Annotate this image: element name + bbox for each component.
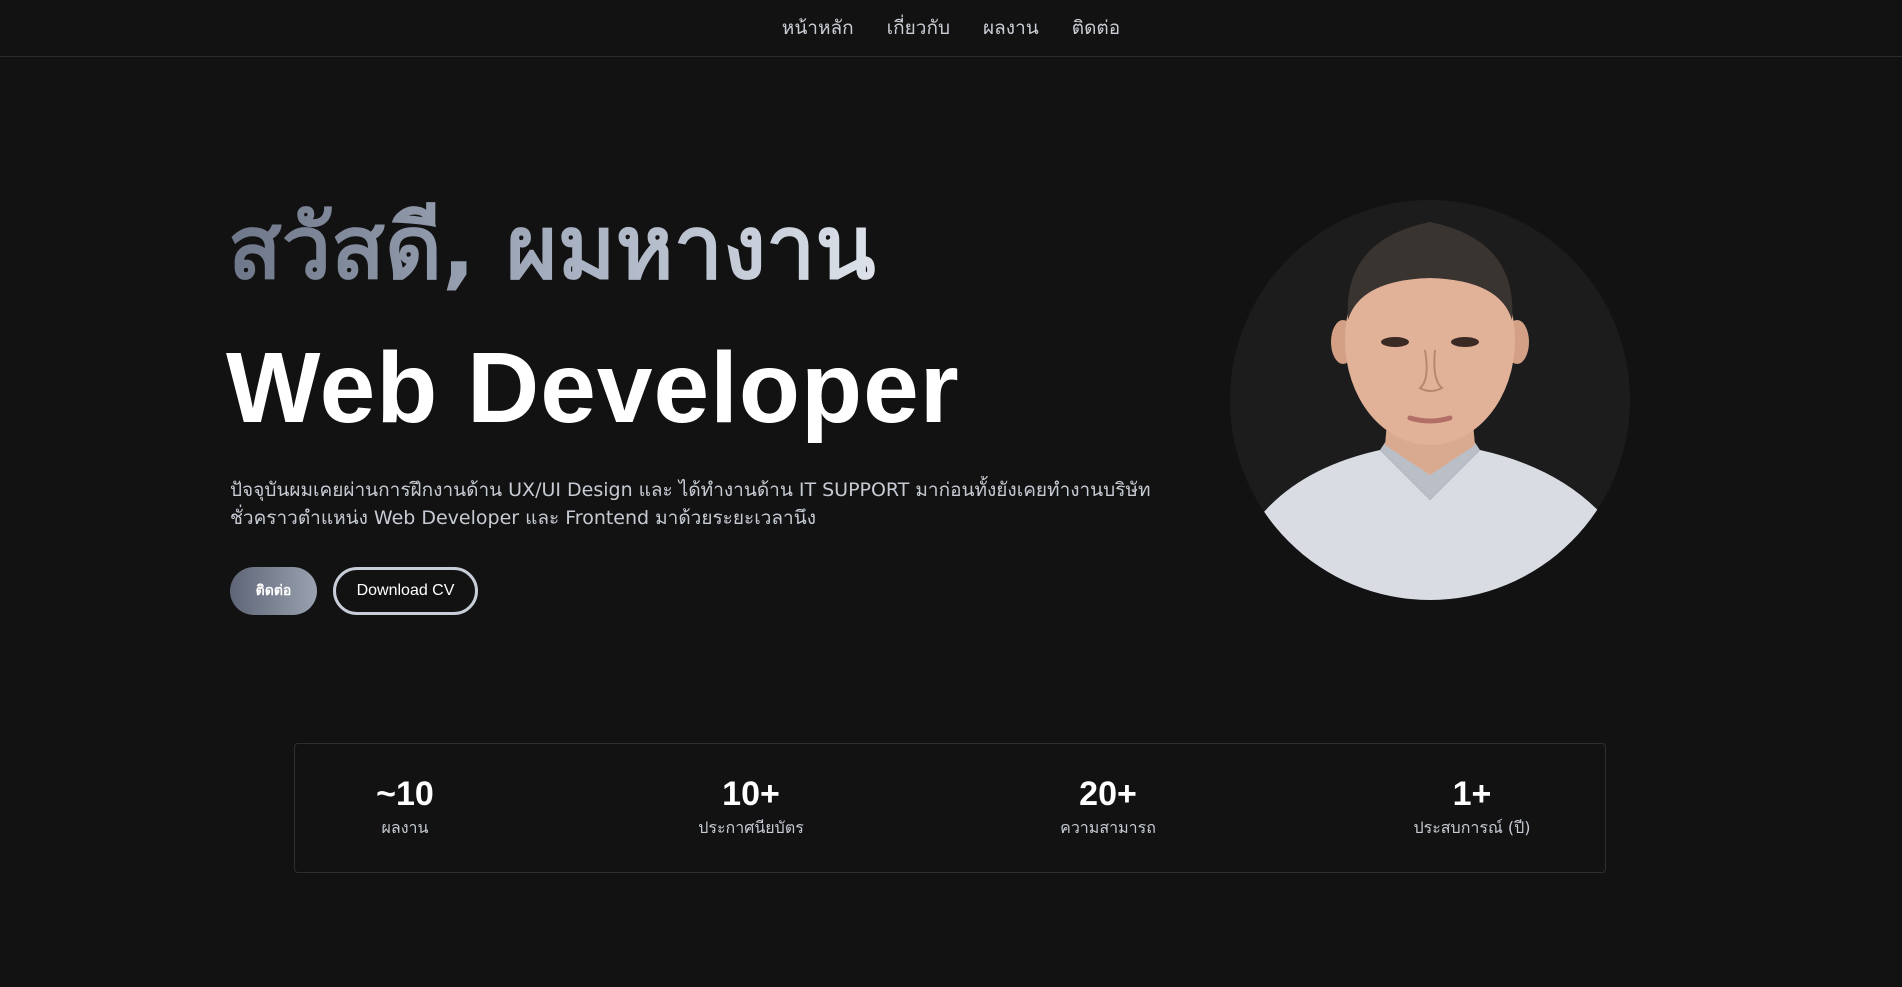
stats-panel: ~10 ผลงาน 10+ ประกาศนียบัตร 20+ ความสามา… — [294, 743, 1606, 873]
profile-photo-illustration — [1230, 200, 1630, 600]
hero-role-title: Web Developer — [226, 332, 960, 444]
stat-value: 10+ — [722, 775, 780, 813]
hero-greeting: สวัสดี, ผมหางาน — [228, 196, 876, 299]
hero-description: ปัจจุบันผมเคยผ่านการฝึกงานด้าน UX/UI Des… — [230, 479, 1151, 529]
stat-projects: ~10 ผลงาน — [376, 774, 434, 841]
stat-label: ประกาศนียบัตร — [698, 818, 804, 837]
stat-label: ผลงาน — [381, 818, 429, 837]
stat-skills: 20+ ความสามารถ — [1060, 774, 1156, 841]
stat-value: 1+ — [1452, 775, 1492, 813]
stat-value: 20+ — [1079, 775, 1137, 813]
contact-button[interactable]: ติดต่อ — [230, 567, 317, 615]
nav-link-about[interactable]: เกี่ยวกับ — [887, 13, 950, 43]
nav-link-home[interactable]: หน้าหลัก — [782, 13, 854, 43]
stat-label: ความสามารถ — [1060, 818, 1156, 837]
stat-certificates: 10+ ประกาศนียบัตร — [698, 774, 804, 841]
stat-value: ~10 — [376, 775, 434, 813]
stat-label: ประสบการณ์ (ปี) — [1413, 818, 1531, 837]
download-cv-button[interactable]: Download CV — [333, 567, 478, 615]
stat-experience: 1+ ประสบการณ์ (ปี) — [1413, 774, 1530, 841]
nav-link-portfolio[interactable]: ผลงาน — [983, 13, 1039, 43]
nav-link-contact[interactable]: ติดต่อ — [1072, 13, 1120, 43]
top-navbar: หน้าหลัก เกี่ยวกับ ผลงาน ติดต่อ — [0, 0, 1902, 57]
profile-photo — [1230, 200, 1630, 600]
